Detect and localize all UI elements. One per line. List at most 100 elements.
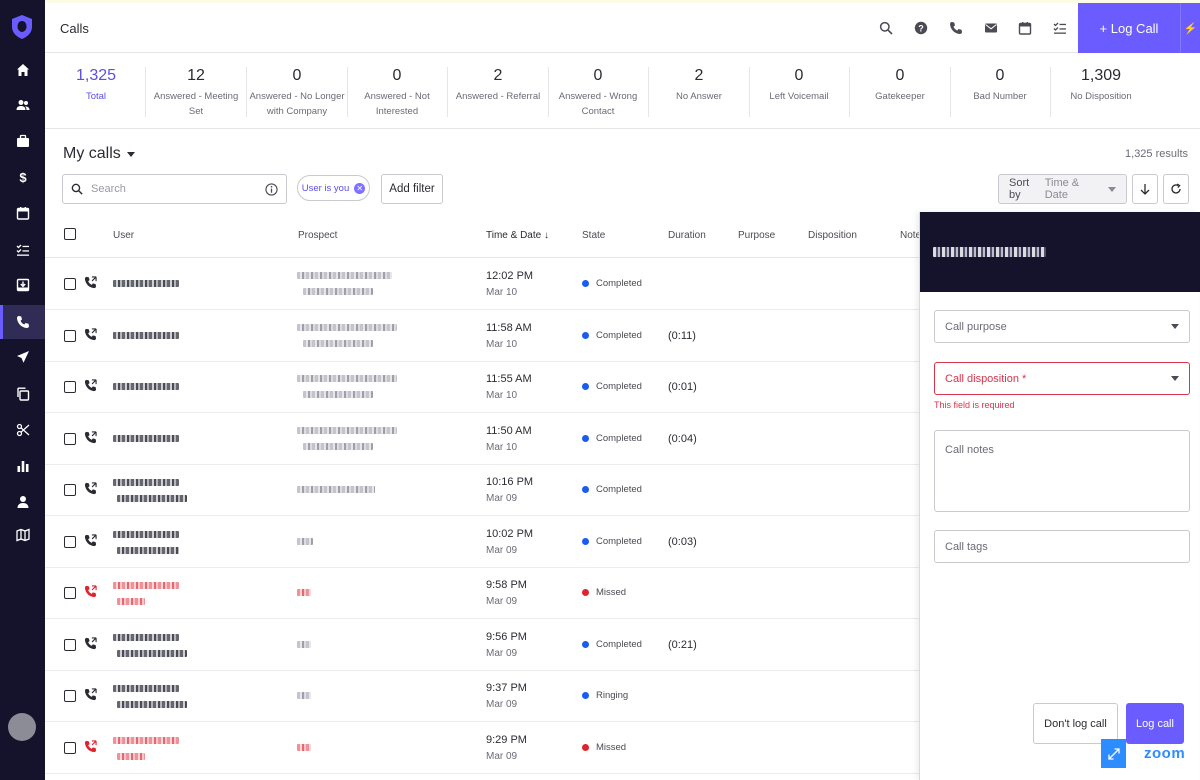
redacted-prospect-detail bbox=[303, 391, 373, 398]
table-row[interactable]: 9:29 PM Mar 09 Missed bbox=[45, 723, 920, 774]
redacted-prospect-name bbox=[297, 589, 311, 596]
avatar[interactable] bbox=[8, 713, 36, 741]
sidebar-item-home[interactable] bbox=[0, 53, 45, 87]
stat-value: 0 bbox=[292, 67, 302, 84]
column-duration[interactable]: Duration bbox=[668, 230, 706, 241]
sidebar-item-profile[interactable] bbox=[0, 485, 45, 519]
sidebar-item-territories[interactable] bbox=[0, 518, 45, 552]
stat-total[interactable]: 1,325 Total bbox=[46, 67, 146, 104]
table-row[interactable]: 9:56 PM Mar 09 Completed (0:21) bbox=[45, 620, 920, 671]
close-icon[interactable]: ✕ bbox=[354, 182, 366, 194]
view-selector[interactable]: My calls bbox=[63, 145, 135, 163]
stat-label: Answered - Meeting Set bbox=[153, 91, 239, 117]
table-row[interactable]: 9:37 PM Mar 09 Ringing bbox=[45, 671, 920, 722]
info-icon[interactable] bbox=[265, 182, 278, 196]
call-purpose-select[interactable]: Call purpose bbox=[934, 310, 1190, 343]
call-tags-label: Call tags bbox=[945, 540, 988, 553]
redacted-user-name bbox=[113, 582, 179, 589]
call-time: 11:55 AM bbox=[486, 373, 532, 385]
phone-call-icon bbox=[84, 276, 97, 289]
app-logo-icon[interactable] bbox=[11, 14, 33, 40]
call-date: Mar 10 bbox=[486, 287, 518, 298]
call-duration: (0:01) bbox=[668, 381, 697, 393]
add-filter-button[interactable]: Add filter bbox=[381, 174, 443, 204]
calendar-icon[interactable] bbox=[1016, 19, 1034, 37]
table-row[interactable]: 10:02 PM Mar 09 Completed (0:03) bbox=[45, 517, 920, 568]
row-checkbox[interactable] bbox=[64, 278, 76, 290]
stat-bad-number[interactable]: 0 Bad Number bbox=[950, 67, 1050, 104]
sort-select[interactable]: Sort by Time & Date bbox=[998, 174, 1127, 204]
sidebar-item-tasks[interactable] bbox=[0, 233, 45, 267]
call-notes-field[interactable]: Call notes bbox=[934, 430, 1190, 512]
row-checkbox[interactable] bbox=[64, 741, 76, 754]
lightning-icon[interactable]: ⚡ bbox=[1180, 3, 1200, 53]
call-disposition-select[interactable]: Call disposition * bbox=[934, 362, 1190, 395]
table-row[interactable]: 12:02 PM Mar 10 Completed bbox=[45, 259, 920, 310]
help-icon[interactable]: ? bbox=[912, 19, 930, 37]
scissors-icon bbox=[16, 423, 29, 437]
sidebar-item-inbox[interactable] bbox=[0, 268, 45, 302]
sidebar-item-snippets[interactable] bbox=[0, 413, 45, 447]
sidebar-item-deals[interactable]: $ bbox=[0, 160, 45, 194]
refresh-icon bbox=[1171, 183, 1181, 194]
sidebar-item-calls[interactable] bbox=[0, 305, 45, 339]
search-input[interactable] bbox=[91, 183, 257, 195]
row-checkbox[interactable] bbox=[64, 638, 76, 651]
redacted-user-name bbox=[113, 685, 179, 692]
sidebar-item-calendar[interactable] bbox=[0, 196, 45, 230]
table-row[interactable]: 11:58 AM Mar 10 Completed (0:11) bbox=[45, 311, 920, 362]
stat-no-longer-with-company[interactable]: 0 Answered - No Longer with Company bbox=[247, 67, 347, 119]
table-row[interactable]: 11:55 AM Mar 10 Completed (0:01) bbox=[45, 362, 920, 413]
call-tags-field[interactable]: Call tags bbox=[934, 530, 1190, 563]
sidebar-item-sequences[interactable] bbox=[0, 340, 45, 374]
sidebar-item-people[interactable] bbox=[0, 88, 45, 122]
row-checkbox[interactable] bbox=[64, 587, 76, 599]
redacted-prospect-name bbox=[297, 426, 397, 434]
stat-no-answer[interactable]: 2 No Answer bbox=[649, 67, 749, 104]
search-field[interactable] bbox=[62, 174, 287, 204]
row-checkbox[interactable] bbox=[64, 690, 76, 702]
row-checkbox[interactable] bbox=[64, 432, 76, 445]
stat-wrong-contact[interactable]: 0 Answered - Wrong Contact bbox=[548, 67, 648, 119]
column-purpose[interactable]: Purpose bbox=[738, 230, 775, 241]
table-row[interactable]: 11:50 AM Mar 10 Completed (0:04) bbox=[45, 414, 920, 465]
column-notes[interactable]: Note bbox=[900, 230, 921, 241]
stat-no-disposition[interactable]: 1,309 No Disposition bbox=[1051, 67, 1151, 104]
stat-value: 0 bbox=[593, 67, 603, 84]
expand-icon[interactable] bbox=[1101, 739, 1126, 768]
row-checkbox[interactable] bbox=[64, 535, 76, 548]
refresh-button[interactable] bbox=[1163, 174, 1189, 204]
filter-chip-user[interactable]: User is you ✕ bbox=[297, 175, 370, 201]
log-call-header-button[interactable]: + Log Call bbox=[1078, 3, 1180, 53]
inbox-icon bbox=[16, 278, 29, 292]
sidebar-item-accounts[interactable] bbox=[0, 124, 45, 158]
copy-icon bbox=[16, 387, 29, 401]
sidebar-item-reports[interactable] bbox=[0, 449, 45, 483]
stat-gatekeeper[interactable]: 0 Gatekeeper bbox=[850, 67, 950, 104]
stat-left-voicemail[interactable]: 0 Left Voicemail bbox=[749, 67, 849, 104]
disposition-stats-bar: 1,325 Total 12 Answered - Meeting Set 0 … bbox=[45, 53, 1200, 129]
stat-meeting-set[interactable]: 12 Answered - Meeting Set bbox=[146, 67, 246, 119]
stat-not-interested[interactable]: 0 Answered - Not Interested bbox=[347, 67, 447, 119]
log-call-button[interactable]: Log call bbox=[1126, 703, 1184, 744]
table-row[interactable]: 9:58 PM Mar 09 Missed bbox=[45, 568, 920, 619]
column-prospect[interactable]: Prospect bbox=[298, 230, 337, 241]
column-state[interactable]: State bbox=[582, 230, 605, 241]
stat-referral[interactable]: 2 Answered - Referral bbox=[448, 67, 548, 104]
row-checkbox[interactable] bbox=[64, 329, 76, 342]
phone-icon[interactable] bbox=[947, 19, 965, 37]
row-checkbox[interactable] bbox=[64, 484, 76, 496]
sidebar-item-templates[interactable] bbox=[0, 377, 45, 411]
mail-icon[interactable] bbox=[982, 19, 1000, 37]
column-time-date[interactable]: Time & Date ↓ bbox=[486, 230, 549, 241]
table-row[interactable]: 10:16 PM Mar 09 Completed bbox=[45, 465, 920, 516]
column-disposition[interactable]: Disposition bbox=[808, 230, 857, 241]
row-checkbox[interactable] bbox=[64, 381, 76, 393]
task-list-icon[interactable] bbox=[1051, 19, 1069, 37]
search-icon[interactable] bbox=[877, 19, 895, 37]
call-state: Completed bbox=[582, 536, 642, 547]
column-user[interactable]: User bbox=[113, 230, 134, 241]
sort-direction-button[interactable] bbox=[1132, 174, 1158, 204]
dont-log-call-button[interactable]: Don't log call bbox=[1033, 703, 1118, 744]
select-all-checkbox[interactable] bbox=[64, 228, 76, 240]
